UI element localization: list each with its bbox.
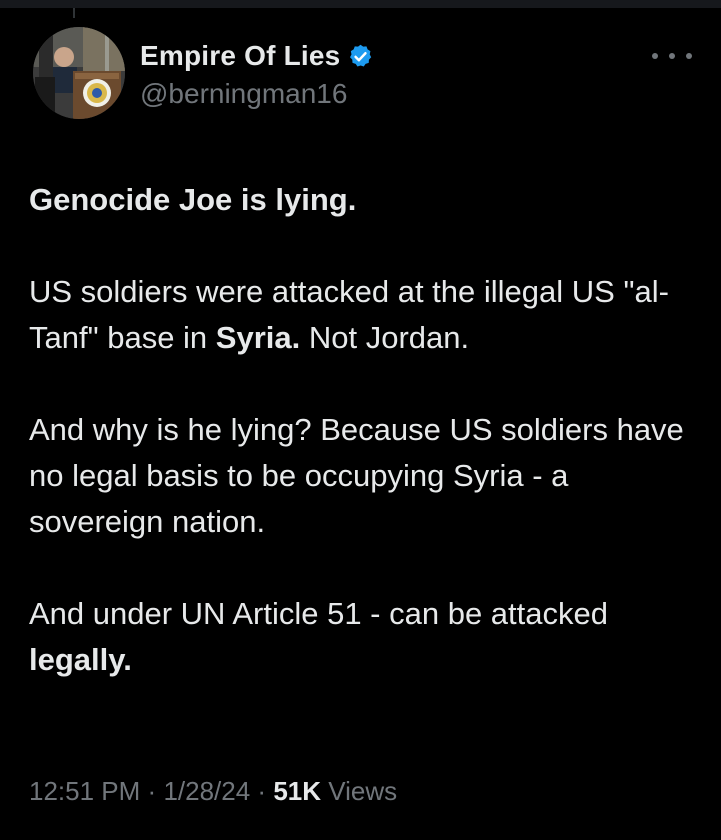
more-dot [669, 53, 675, 59]
more-options-icon[interactable] [650, 44, 694, 68]
thread-line [73, 8, 75, 18]
tweet-text-segment: Not Jordan. [300, 320, 470, 355]
top-divider [0, 0, 721, 8]
tweet-paragraph-1: Genocide Joe is lying. [29, 182, 357, 217]
tweet-time[interactable]: 12:51 PM [29, 776, 140, 806]
handle[interactable]: @berningman16 [140, 78, 374, 110]
tweet-date[interactable]: 1/28/24 [163, 776, 250, 806]
tweet-paragraph-4: And under UN Article 51 - can be attacke… [29, 591, 709, 683]
tweet-paragraph-3: And why is he lying? Because US soldiers… [29, 412, 684, 539]
more-dot [652, 53, 658, 59]
views-count[interactable]: 51K [273, 776, 321, 806]
tweet-text-segment: And under UN Article 51 - can be attacke… [29, 596, 608, 631]
avatar[interactable] [33, 27, 125, 119]
tweet-bold-segment: Syria. [215, 320, 301, 355]
tweet-bold-segment: legally. [29, 642, 132, 677]
tweet-paragraph-2: US soldiers were attacked at the illegal… [29, 269, 709, 361]
verified-badge-icon [347, 43, 374, 70]
views-label: Views [328, 776, 398, 806]
tweet-meta: 12:51 PM · 1/28/24 · 51K Views [29, 776, 397, 807]
name-row: Empire Of Lies [140, 36, 374, 76]
meta-separator: · [147, 776, 157, 806]
meta-separator: · [257, 776, 267, 806]
display-name[interactable]: Empire Of Lies [140, 40, 340, 72]
author-block: Empire Of Lies @berningman16 [140, 36, 374, 110]
tweet-text: Genocide Joe is lying. US soldiers were … [29, 177, 709, 683]
more-dot [686, 53, 692, 59]
